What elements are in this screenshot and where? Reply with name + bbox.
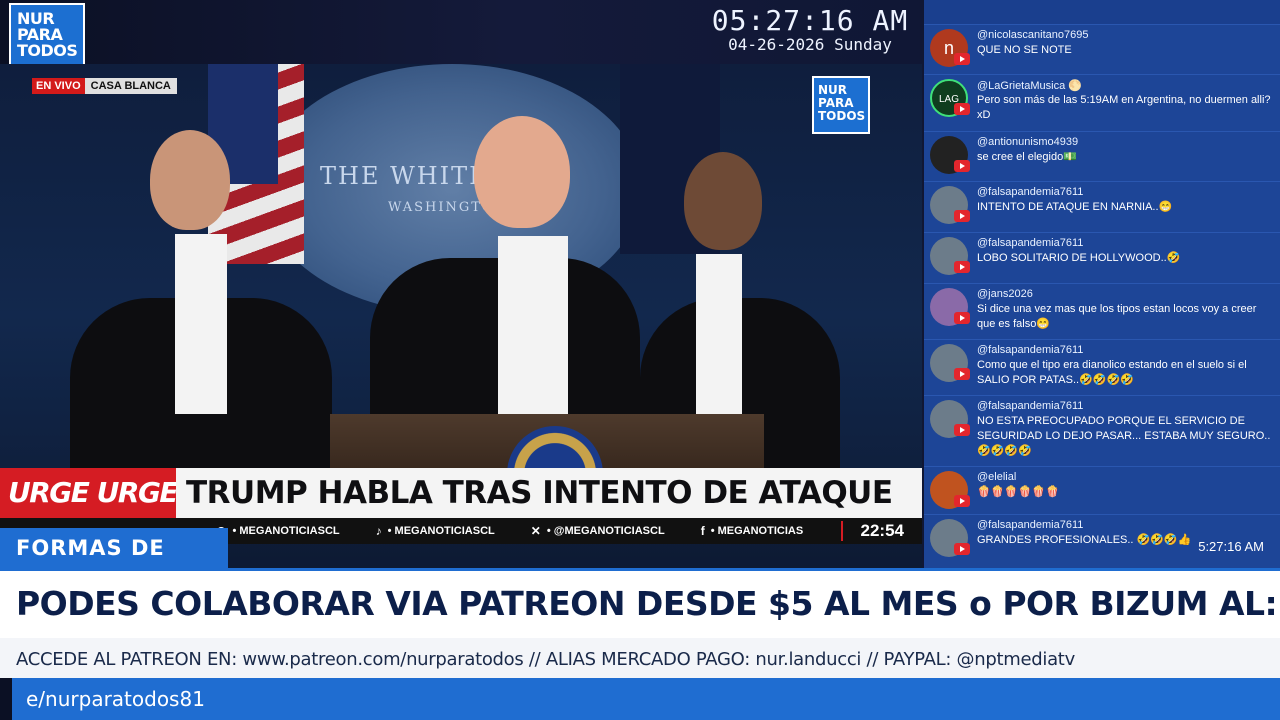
youtube-icon xyxy=(954,312,970,324)
ticker-text: • @MEGANOTICIASCL xyxy=(546,525,665,537)
lower-third: URGE URGENTE TRUMP HABLA TRAS INTENTO DE… xyxy=(0,468,922,522)
chat-text: Pero son más de las 5:19AM en Argentina,… xyxy=(977,94,1271,121)
ticker-text: • MEGANOTICIAS xyxy=(710,525,804,537)
chat-message[interactable]: @falsapandemia7611 INTENTO DE ATAQUE EN N… xyxy=(924,181,1280,232)
support-section-label: FORMAS DE APOYO xyxy=(0,528,228,600)
stream-overlay: NUR PARA TODOS 05:27:16 AM 04-26-2026 Su… xyxy=(0,0,1280,720)
video-channel-logo: NUR PARA TODOS xyxy=(812,76,870,134)
chat-message[interactable]: LAG @LaGrietaMusica 🌕 Pero son más de las … xyxy=(924,74,1280,131)
youtube-icon xyxy=(954,495,970,507)
support-banner: PODES COLABORAR VIA PATREON DESDE $5 AL … xyxy=(0,568,1280,638)
youtube-icon xyxy=(954,53,970,65)
video-feed[interactable]: THE WHITE WASHINGTO EN VIVO CASA BLANCA … xyxy=(0,64,922,568)
chat-username[interactable]: @falsapandemia7611 xyxy=(977,344,1083,356)
facebook-icon: f xyxy=(700,524,705,538)
ticker-text: • MEGANOTICIASCL xyxy=(387,525,495,537)
youtube-icon xyxy=(954,543,970,555)
chat-username[interactable]: @nicolascanitano7695 xyxy=(977,29,1088,41)
head-right xyxy=(684,152,762,250)
shirt-center xyxy=(498,236,568,416)
chat-username[interactable]: @LaGrietaMusica 🌕 xyxy=(977,79,1082,92)
ticker-item: f • MEGANOTICIAS xyxy=(701,524,803,538)
chat-text: Si dice una vez mas que los tipos estan … xyxy=(977,303,1257,330)
shirt-right xyxy=(696,254,742,414)
location-label: CASA BLANCA xyxy=(84,78,177,94)
youtube-icon xyxy=(954,261,970,273)
shirt-left xyxy=(175,234,227,414)
ticker-clock: 22:54 xyxy=(840,521,922,541)
channel-logo: NUR PARA TODOS xyxy=(9,3,85,67)
chat-text: Como que el tipo era dianolico estando e… xyxy=(977,359,1247,386)
scrolling-url: e/nurparatodos81 xyxy=(12,678,1280,720)
x-icon: ✕ xyxy=(530,524,541,538)
ticker-item: ✕ • @MEGANOTICIASCL xyxy=(531,524,665,538)
head-center xyxy=(474,116,570,228)
logo-line: TODOS xyxy=(818,109,866,123)
chat-username[interactable]: @falsapandemia7611 xyxy=(977,519,1083,531)
chat-text: QUE NO SE NOTE xyxy=(977,44,1072,56)
chat-message[interactable]: @falsapandemia7611 LOBO SOLITARIO DE HOLL… xyxy=(924,232,1280,283)
chat-message[interactable]: @jans2026 Si dice una vez mas que los tip… xyxy=(924,283,1280,339)
youtube-icon xyxy=(954,160,970,172)
chat-message[interactable]: @falsapandemia7611 Como que el tipo era d… xyxy=(924,339,1280,395)
youtube-icon xyxy=(954,424,970,436)
chat-text: 🍿🍿🍿🍿🍿🍿 xyxy=(977,486,1060,498)
chat-username[interactable]: @falsapandemia7611 xyxy=(977,237,1083,249)
chat-message[interactable]: @elelial 🍿🍿🍿🍿🍿🍿 xyxy=(924,466,1280,514)
chat-text: NO ESTA PREOCUPADO PORQUE EL SERVICIO DE… xyxy=(977,415,1271,457)
ticker-item: ♪ • MEGANOTICIASCL xyxy=(376,524,495,538)
head-left xyxy=(150,130,230,230)
youtube-icon xyxy=(954,368,970,380)
youtube-icon xyxy=(954,103,970,115)
ticker-text: • MEGANOTICIASCL xyxy=(232,525,340,537)
backdrop-text: THE WHITE xyxy=(320,162,489,190)
chat-text: LOBO SOLITARIO DE HOLLYWOOD..🤣 xyxy=(977,252,1181,264)
chat-text: INTENTO DE ATAQUE EN NARNIA..😁 xyxy=(977,201,1173,213)
chat-username[interactable]: @antionunismo4939 xyxy=(977,136,1078,148)
chat-clock: 5:27:16 AM xyxy=(1198,539,1264,554)
chat-username[interactable]: @falsapandemia7611 xyxy=(977,186,1083,198)
chat-username[interactable]: @elelial xyxy=(977,471,1016,483)
chat-message[interactable]: @falsapandemia7611 NO ESTA PREOCUPADO POR… xyxy=(924,395,1280,466)
chat-username[interactable]: @jans2026 xyxy=(977,288,1033,300)
logo-line: TODOS xyxy=(17,41,78,60)
chat-message[interactable]: @antionunismo4939 se cree el elegido💵 xyxy=(924,131,1280,181)
support-links: ACCEDE AL PATREON EN: www.patreon.com/nu… xyxy=(0,638,1280,678)
chat-username[interactable]: @falsapandemia7611 xyxy=(977,400,1083,412)
live-chat[interactable]: n @nicolascanitano7695 QUE NO SE NOTE LAG @L… xyxy=(924,0,1280,568)
tiktok-icon: ♪ xyxy=(375,524,382,538)
clock-time: 05:27:16 AM xyxy=(711,4,909,37)
ticker-item: ◎ • MEGANOTICIASCL xyxy=(216,524,340,538)
clock: 05:27:16 AM 04-26-2026 Sunday xyxy=(700,4,920,54)
headline: TRUMP HABLA TRAS INTENTO DE ATAQUE xyxy=(176,468,922,518)
live-label: EN VIVO xyxy=(32,78,85,94)
urgent-tag: URGE URGENTE xyxy=(0,468,176,518)
chat-message[interactable]: n @nicolascanitano7695 QUE NO SE NOTE xyxy=(924,24,1280,74)
live-badge: EN VIVO CASA BLANCA xyxy=(32,78,177,94)
youtube-icon xyxy=(954,210,970,222)
clock-date: 04-26-2026 Sunday xyxy=(728,35,892,54)
chat-text: se cree el elegido💵 xyxy=(977,151,1077,163)
